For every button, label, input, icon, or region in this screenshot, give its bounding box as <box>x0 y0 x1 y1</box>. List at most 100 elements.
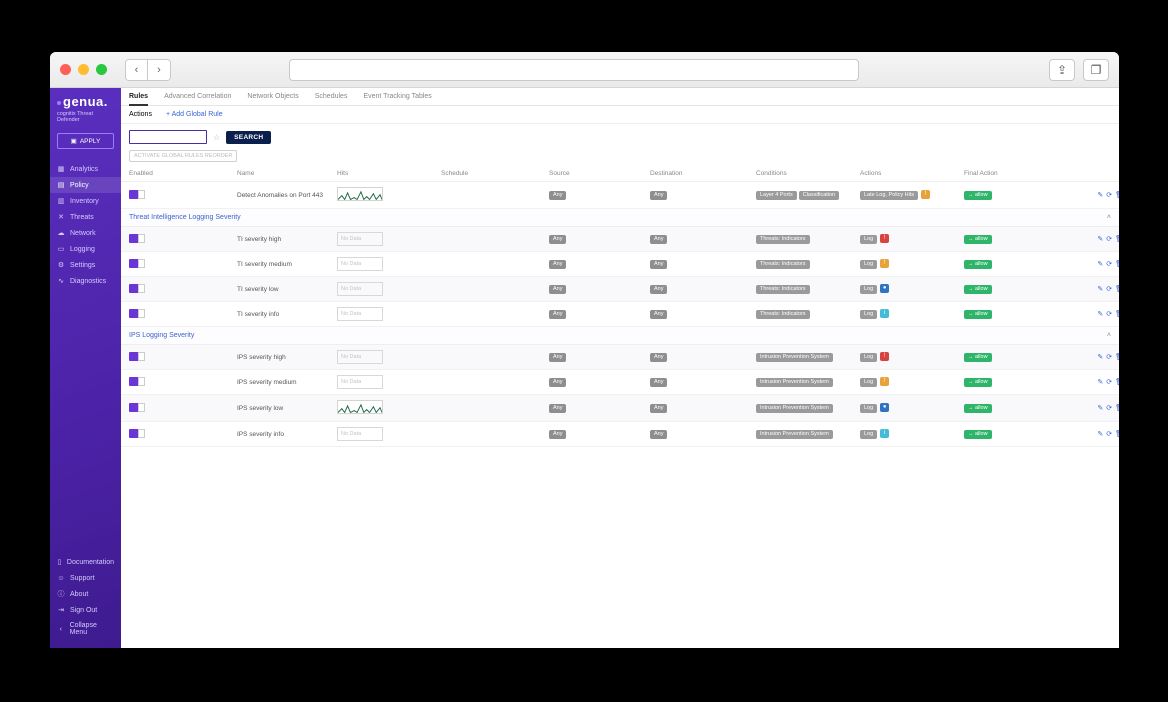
column-header: Actions <box>860 170 964 177</box>
tab-network-objects[interactable]: Network Objects <box>247 89 298 104</box>
no-data-chart: No Data <box>337 350 383 364</box>
documentation-icon: ▯ <box>57 558 62 566</box>
tab-rules[interactable]: Rules <box>129 89 148 106</box>
edit-icon[interactable]: ✎ <box>1097 378 1103 386</box>
brand-subtitle: cognitix Threat Defender <box>57 111 114 123</box>
enabled-toggle[interactable] <box>129 234 145 243</box>
duplicate-icon[interactable]: ⟳ <box>1106 430 1112 438</box>
rule-name: Detect Anomalies on Port 443 <box>237 192 337 199</box>
delete-icon[interactable]: 🗑 <box>1115 235 1119 243</box>
final-action-pill: → allow <box>964 285 992 294</box>
edit-icon[interactable]: ✎ <box>1097 235 1103 243</box>
sidebar-item-documentation[interactable]: ▯Documentation <box>50 554 121 570</box>
delete-icon[interactable]: 🗑 <box>1115 404 1119 412</box>
sidebar-item-analytics[interactable]: ▦Analytics <box>50 161 121 177</box>
column-header <box>1084 170 1119 177</box>
action-pill: Late Log, Policy Hits <box>860 191 918 200</box>
edit-icon[interactable]: ✎ <box>1097 404 1103 412</box>
severity-badge: ! <box>880 377 889 386</box>
sidebar-item-label: Policy <box>70 182 89 189</box>
duplicate-icon[interactable]: ⟳ <box>1106 378 1112 386</box>
edit-icon[interactable]: ✎ <box>1097 430 1103 438</box>
delete-icon[interactable]: 🗑 <box>1115 378 1119 386</box>
sidebar-item-threats[interactable]: ✕Threats <box>50 209 121 225</box>
url-bar[interactable] <box>289 59 859 81</box>
tabs-icon[interactable]: ❐ <box>1083 59 1109 81</box>
duplicate-icon[interactable]: ⟳ <box>1106 310 1112 318</box>
delete-icon[interactable]: 🗑 <box>1115 285 1119 293</box>
main-panel: Rules Advanced Correlation Network Objects… <box>121 88 1119 648</box>
enabled-toggle[interactable] <box>129 352 145 361</box>
enabled-toggle[interactable] <box>129 284 145 293</box>
delete-icon[interactable]: 🗑 <box>1115 353 1119 361</box>
edit-icon[interactable]: ✎ <box>1097 260 1103 268</box>
window-close-button[interactable] <box>60 64 71 75</box>
nav-forward-button[interactable]: › <box>148 60 170 80</box>
sidebar-item-inventory[interactable]: ▥Inventory <box>50 193 121 209</box>
condition-pill: Intrusion Prevention System <box>756 430 833 439</box>
activate-reorder-button[interactable]: ACTIVATE GLOBAL RULES REORDER <box>129 150 237 162</box>
delete-icon[interactable]: 🗑 <box>1115 310 1119 318</box>
destination-pill: Any <box>650 404 667 413</box>
edit-icon[interactable]: ✎ <box>1097 353 1103 361</box>
tab-schedules[interactable]: Schedules <box>315 89 348 104</box>
sidebar-item-sign-out[interactable]: ⇥Sign Out <box>50 602 121 618</box>
delete-icon[interactable]: 🗑 <box>1115 430 1119 438</box>
duplicate-icon[interactable]: ⟳ <box>1106 404 1112 412</box>
sidebar-item-support[interactable]: ☺Support <box>50 570 121 586</box>
tab-advanced-correlation[interactable]: Advanced Correlation <box>164 89 231 104</box>
delete-icon[interactable]: 🗑 <box>1115 191 1119 199</box>
search-button[interactable]: SEARCH <box>226 131 271 144</box>
sidebar-item-settings[interactable]: ⚙Settings <box>50 257 121 273</box>
edit-icon[interactable]: ✎ <box>1097 191 1103 199</box>
rule-group-header[interactable]: Threat Intelligence Logging Severity˄ <box>121 209 1119 227</box>
search-input[interactable] <box>129 130 207 144</box>
enabled-toggle[interactable] <box>129 377 145 386</box>
window-minimize-button[interactable] <box>78 64 89 75</box>
actions-bar: Actions + Add Global Rule <box>121 106 1119 124</box>
actions-menu[interactable]: Actions <box>129 111 152 118</box>
enabled-toggle[interactable] <box>129 309 145 318</box>
duplicate-icon[interactable]: ⟳ <box>1106 285 1112 293</box>
rule-name: TI severity medium <box>237 261 337 268</box>
sidebar-item-about[interactable]: ⓘAbout <box>50 586 121 602</box>
enabled-toggle[interactable] <box>129 429 145 438</box>
enabled-toggle[interactable] <box>129 190 145 199</box>
sidebar-item-label: Inventory <box>70 198 99 205</box>
tabbar: Rules Advanced Correlation Network Objects… <box>121 88 1119 106</box>
window-zoom-button[interactable] <box>96 64 107 75</box>
enabled-toggle[interactable] <box>129 259 145 268</box>
edit-icon[interactable]: ✎ <box>1097 310 1103 318</box>
condition-pill: Intrusion Prevention System <box>756 404 833 413</box>
sidebar-item-policy[interactable]: ▤Policy <box>50 177 121 193</box>
rule-name: TI severity low <box>237 286 337 293</box>
duplicate-icon[interactable]: ⟳ <box>1106 191 1112 199</box>
nav-back-button[interactable]: ‹ <box>126 60 148 80</box>
sidebar-item-label: Network <box>70 230 96 237</box>
rule-row: IPS severity lowAnyAnyIntrusion Preventi… <box>121 395 1119 422</box>
destination-pill: Any <box>650 191 667 200</box>
favorite-icon[interactable]: ☆ <box>213 133 220 142</box>
enabled-toggle[interactable] <box>129 403 145 412</box>
tab-event-tracking-tables[interactable]: Event Tracking Tables <box>363 89 431 104</box>
edit-icon[interactable]: ✎ <box>1097 285 1103 293</box>
sidebar-item-diagnostics[interactable]: ∿Diagnostics <box>50 273 121 289</box>
duplicate-icon[interactable]: ⟳ <box>1106 260 1112 268</box>
sidebar-item-logging[interactable]: ▭Logging <box>50 241 121 257</box>
sidebar-item-network[interactable]: ☁Network <box>50 225 121 241</box>
duplicate-icon[interactable]: ⟳ <box>1106 235 1112 243</box>
delete-icon[interactable]: 🗑 <box>1115 260 1119 268</box>
action-pill: Log <box>860 285 877 294</box>
duplicate-icon[interactable]: ⟳ <box>1106 353 1112 361</box>
add-global-rule-link[interactable]: + Add Global Rule <box>166 111 223 118</box>
source-pill: Any <box>549 430 566 439</box>
condition-pill: Intrusion Prevention System <box>756 353 833 362</box>
condition-pill: Threats: Indicators <box>756 285 810 294</box>
action-pill: Log <box>860 430 877 439</box>
rule-group-header[interactable]: IPS Logging Severity˄ <box>121 327 1119 345</box>
sign-out-icon: ⇥ <box>57 606 65 614</box>
collapse-menu-icon: ‹ <box>57 625 65 633</box>
sidebar-item-collapse-menu[interactable]: ‹Collapse Menu <box>50 618 121 640</box>
apply-button[interactable]: ▣ APPLY <box>57 133 114 149</box>
share-icon[interactable]: ⇪ <box>1049 59 1075 81</box>
